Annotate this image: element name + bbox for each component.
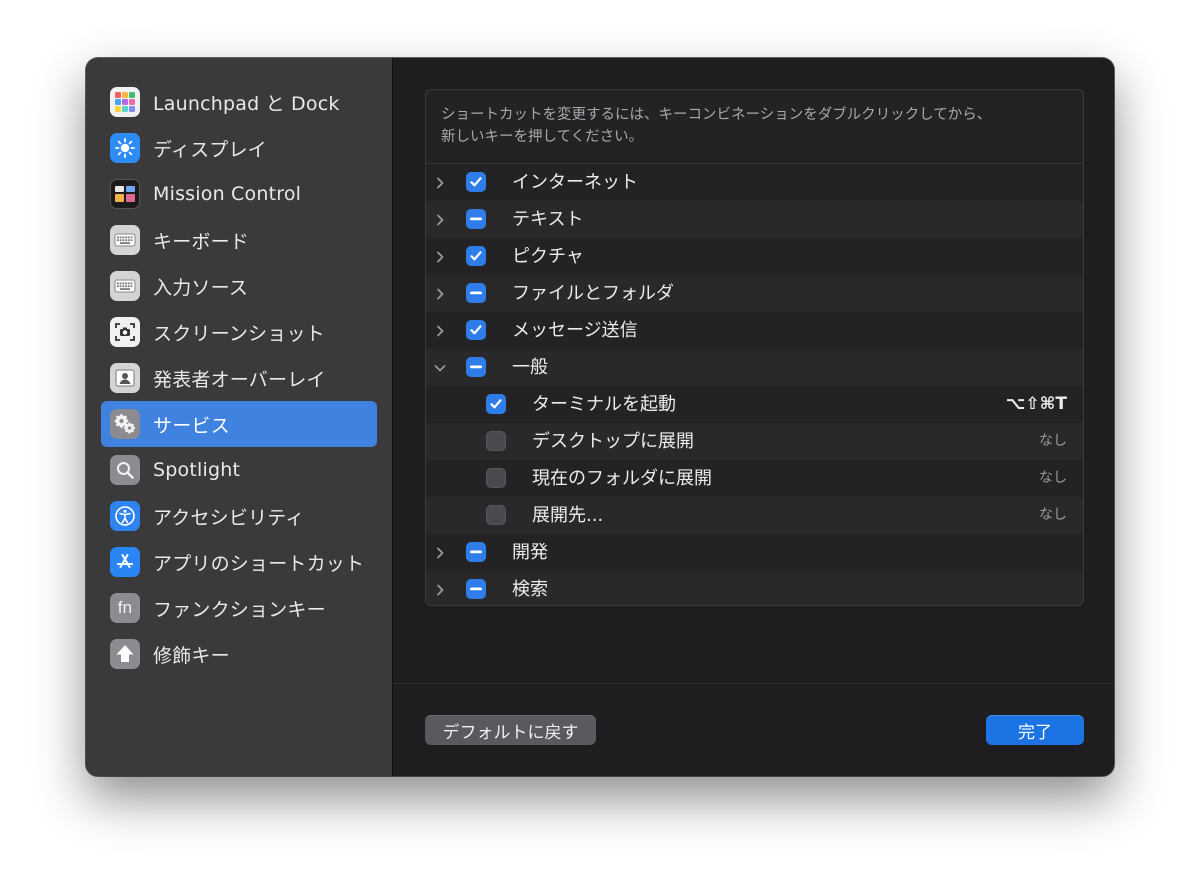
- sidebar-item-label: キーボード: [153, 230, 250, 253]
- service-checkbox[interactable]: [466, 246, 486, 266]
- main-content: ショートカットを変更するには、キーコンビネーションをダブルクリックしてから、 新…: [393, 58, 1114, 776]
- chevron-right-icon[interactable]: [433, 238, 447, 275]
- keyboard-icon: [110, 271, 140, 301]
- service-label: ターミナルを起動: [532, 394, 676, 415]
- service-label: ピクチャ: [512, 246, 584, 267]
- fn-icon: fn: [110, 593, 140, 623]
- services-shortcut-list: ショートカットを変更するには、キーコンビネーションをダブルクリックしてから、 新…: [425, 89, 1084, 606]
- service-item-row[interactable]: 現在のフォルダに展開 なし: [426, 460, 1083, 497]
- sidebar-item-label: サービス: [153, 414, 230, 437]
- presenter-overlay-icon: [110, 363, 140, 393]
- chevron-right-icon[interactable]: [433, 164, 447, 201]
- service-label: 一般: [512, 357, 548, 378]
- sidebar-item-label: Mission Control: [153, 183, 302, 205]
- service-label: 展開先...: [532, 505, 604, 526]
- shortcut-keys[interactable]: なし: [1039, 497, 1067, 534]
- service-checkbox[interactable]: [466, 283, 486, 303]
- service-label: テキスト: [512, 209, 584, 230]
- sidebar-item-label: ファンクションキー: [153, 598, 326, 621]
- accessibility-icon: [110, 501, 140, 531]
- sidebar-item[interactable]: Spotlight: [101, 447, 377, 493]
- screenshot-icon: [110, 317, 140, 347]
- service-category-row[interactable]: 一般: [426, 349, 1083, 386]
- chevron-right-icon[interactable]: [433, 201, 447, 238]
- mission-control-icon: [110, 179, 140, 209]
- sidebar-item-label: 入力ソース: [153, 276, 249, 299]
- service-label: メッセージ送信: [512, 320, 638, 341]
- chevron-right-icon[interactable]: [433, 275, 447, 312]
- service-checkbox[interactable]: [466, 357, 486, 377]
- gears-icon: [110, 409, 140, 439]
- sidebar-item[interactable]: アクセシビリティ: [101, 493, 377, 539]
- sidebar-item-label: スクリーンショット: [153, 322, 325, 345]
- launchpad-icon: [110, 87, 140, 117]
- instructions-text: ショートカットを変更するには、キーコンビネーションをダブルクリックしてから、 新…: [426, 90, 1083, 164]
- service-category-row[interactable]: ピクチャ: [426, 238, 1083, 275]
- service-checkbox[interactable]: [486, 468, 506, 488]
- instructions-line-2: 新しいキーを押してください。: [441, 129, 644, 145]
- up-arrow-icon: [110, 639, 140, 669]
- sidebar-item-label: アプリのショートカット: [153, 552, 365, 575]
- footer-divider: [393, 683, 1114, 684]
- service-checkbox[interactable]: [486, 394, 506, 414]
- restore-defaults-button[interactable]: デフォルトに戻す: [425, 715, 596, 745]
- sidebar-item[interactable]: ディスプレイ: [101, 125, 377, 171]
- sidebar-item[interactable]: 発表者オーバーレイ: [101, 355, 377, 401]
- service-category-row[interactable]: 開発: [426, 534, 1083, 571]
- sidebar-item[interactable]: Mission Control: [101, 171, 377, 217]
- sidebar-item-label: アクセシビリティ: [153, 506, 305, 529]
- shortcut-keys[interactable]: ⌥⇧⌘T: [1006, 386, 1067, 423]
- shortcut-keys[interactable]: なし: [1039, 460, 1067, 497]
- magnifier-icon: [110, 455, 140, 485]
- service-item-row[interactable]: 展開先... なし: [426, 497, 1083, 534]
- service-checkbox[interactable]: [466, 579, 486, 599]
- service-checkbox[interactable]: [466, 172, 486, 192]
- sidebar: Launchpad と Dock ディスプレイ Mission Control キーボ…: [86, 58, 393, 776]
- service-checkbox[interactable]: [466, 209, 486, 229]
- sidebar-item[interactable]: スクリーンショット: [101, 309, 377, 355]
- sidebar-item[interactable]: サービス: [101, 401, 377, 447]
- shortcut-rows: インターネット テキストピクチャファイルとフォルダ メッセージ送信 一般ターミナルを起…: [426, 164, 1083, 605]
- service-checkbox[interactable]: [486, 431, 506, 451]
- service-category-row[interactable]: 検索: [426, 571, 1083, 605]
- sidebar-item-label: Launchpad と Dock: [153, 92, 340, 115]
- service-label: デスクトップに展開: [532, 431, 694, 452]
- service-category-row[interactable]: インターネット: [426, 164, 1083, 201]
- keyboard-icon: [110, 225, 140, 255]
- app-store-icon: [110, 547, 140, 577]
- sidebar-item[interactable]: 修飾キー: [101, 631, 377, 677]
- service-label: 開発: [512, 542, 548, 563]
- service-category-row[interactable]: テキスト: [426, 201, 1083, 238]
- chevron-right-icon[interactable]: [433, 571, 447, 605]
- chevron-right-icon[interactable]: [433, 312, 447, 349]
- service-label: インターネット: [512, 172, 638, 193]
- service-category-row[interactable]: メッセージ送信: [426, 312, 1083, 349]
- sidebar-item-label: 修飾キー: [153, 644, 230, 667]
- service-item-row[interactable]: ターミナルを起動 ⌥⇧⌘T: [426, 386, 1083, 423]
- sidebar-item[interactable]: アプリのショートカット: [101, 539, 377, 585]
- sidebar-item[interactable]: 入力ソース: [101, 263, 377, 309]
- sidebar-item-label: Spotlight: [153, 459, 241, 481]
- shortcut-keys[interactable]: なし: [1039, 423, 1067, 460]
- service-checkbox[interactable]: [466, 542, 486, 562]
- service-label: 検索: [512, 579, 548, 600]
- done-button[interactable]: 完了: [986, 715, 1084, 745]
- settings-sheet: Launchpad と Dock ディスプレイ Mission Control キーボ…: [86, 58, 1114, 776]
- service-item-row[interactable]: デスクトップに展開 なし: [426, 423, 1083, 460]
- service-checkbox[interactable]: [486, 505, 506, 525]
- service-label: 現在のフォルダに展開: [532, 468, 712, 489]
- sidebar-item[interactable]: キーボード: [101, 217, 377, 263]
- instructions-line-1: ショートカットを変更するには、キーコンビネーションをダブルクリックしてから、: [441, 107, 992, 123]
- display-icon: [110, 133, 140, 163]
- chevron-right-icon[interactable]: [433, 534, 447, 571]
- chevron-down-icon[interactable]: [433, 349, 447, 386]
- sidebar-item[interactable]: fn ファンクションキー: [101, 585, 377, 631]
- sidebar-item[interactable]: Launchpad と Dock: [101, 79, 377, 125]
- service-label: ファイルとフォルダ: [512, 283, 674, 304]
- sidebar-item-label: 発表者オーバーレイ: [153, 368, 326, 391]
- service-category-row[interactable]: ファイルとフォルダ: [426, 275, 1083, 312]
- service-checkbox[interactable]: [466, 320, 486, 340]
- sidebar-item-label: ディスプレイ: [153, 138, 267, 161]
